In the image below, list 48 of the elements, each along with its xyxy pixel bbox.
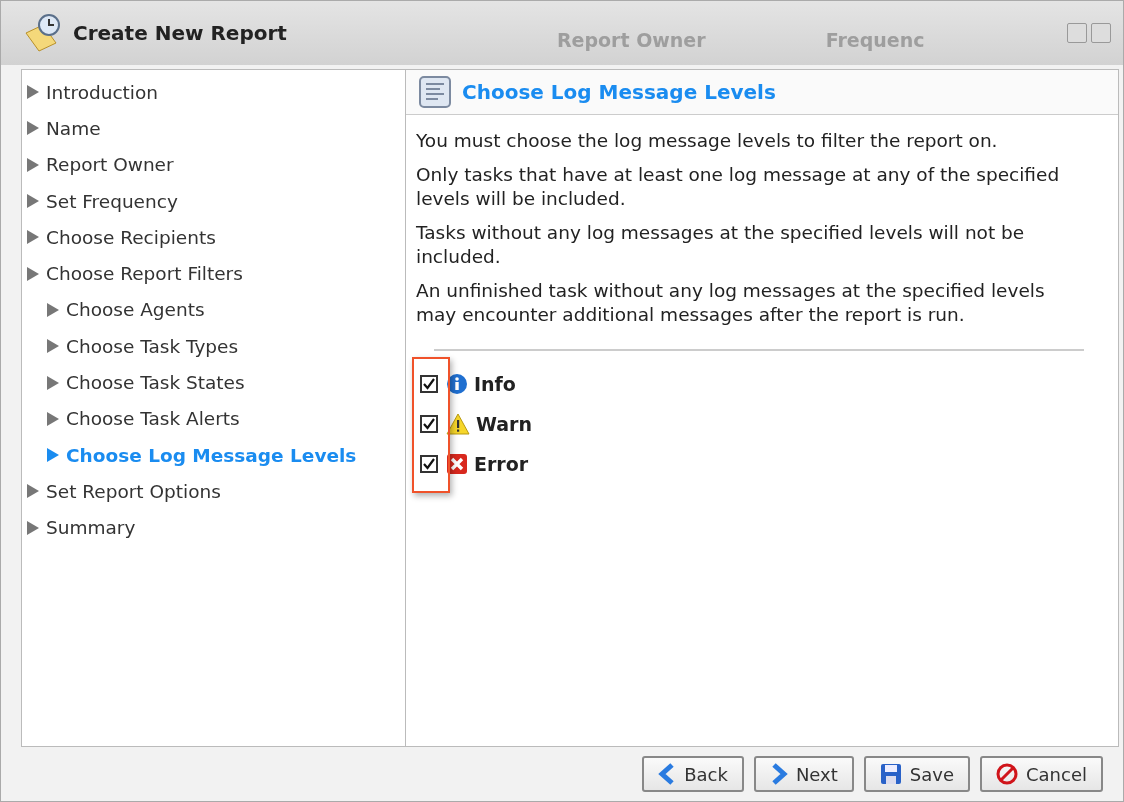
- document-list-icon: [418, 75, 452, 109]
- level-label: Info: [474, 373, 516, 395]
- triangle-icon: [46, 338, 60, 355]
- triangle-icon: [26, 265, 40, 282]
- nav-item[interactable]: Summary: [26, 509, 405, 546]
- triangle-icon: [26, 84, 40, 101]
- triangle-icon: [26, 120, 40, 137]
- checkbox[interactable]: [420, 375, 438, 393]
- window-title: Create New Report: [73, 21, 287, 45]
- nav-item[interactable]: Choose Report Filters: [26, 255, 405, 292]
- level-label: Warn: [476, 413, 532, 435]
- nav-item[interactable]: Choose Task Types: [26, 328, 405, 365]
- nav-item[interactable]: Set Frequency: [26, 182, 405, 220]
- cancel-icon: [996, 763, 1018, 785]
- level-label: Error: [474, 453, 529, 475]
- nav-item[interactable]: Choose Task Alerts: [26, 400, 405, 437]
- triangle-icon: [46, 301, 60, 318]
- nav-item[interactable]: Report Owner: [26, 146, 405, 183]
- nav-item[interactable]: Choose Recipients: [26, 219, 405, 256]
- checkbox[interactable]: [420, 455, 438, 473]
- triangle-icon: [46, 374, 60, 391]
- save-icon: [879, 763, 902, 785]
- triangle-icon: [26, 229, 40, 246]
- triangle-icon: [26, 519, 40, 536]
- panel-title: Choose Log Message Levels: [462, 80, 776, 104]
- instruction-text: An unfinished task without any log messages at the specified levels may encounter additional messages after the report is run.: [416, 279, 1046, 327]
- nav-item[interactable]: Choose Agents: [26, 291, 405, 329]
- instruction-text: Only tasks that have at least one log message at any of the specified levels will be included.: [416, 163, 1061, 211]
- nav-item[interactable]: Set Report Options: [26, 473, 405, 510]
- triangle-icon: [26, 156, 40, 173]
- cancel-button[interactable]: Cancel: [980, 756, 1103, 792]
- next-button[interactable]: Next: [753, 756, 854, 792]
- triangle-icon: [26, 483, 40, 500]
- nav-item[interactable]: Introduction: [26, 74, 405, 111]
- warning-icon: [446, 413, 470, 435]
- checkbox[interactable]: [420, 415, 438, 433]
- background-tab-label: Frequenc: [825, 29, 925, 51]
- background-tab-label: Report Owner: [556, 29, 706, 51]
- triangle-icon: [46, 447, 60, 464]
- notepad-clock-icon: [23, 13, 63, 53]
- nav-item[interactable]: Choose Task States: [26, 364, 405, 401]
- back-button[interactable]: Back: [642, 756, 744, 792]
- save-button[interactable]: Save: [863, 756, 970, 792]
- instruction-text: You must choose the log message levels to filter the report on.: [416, 129, 999, 153]
- triangle-icon: [26, 193, 40, 210]
- instruction-text: Tasks without any log messages at the specified levels will not be included.: [416, 221, 1026, 269]
- nav-item[interactable]: Name: [26, 110, 405, 147]
- triangle-icon: [46, 410, 60, 427]
